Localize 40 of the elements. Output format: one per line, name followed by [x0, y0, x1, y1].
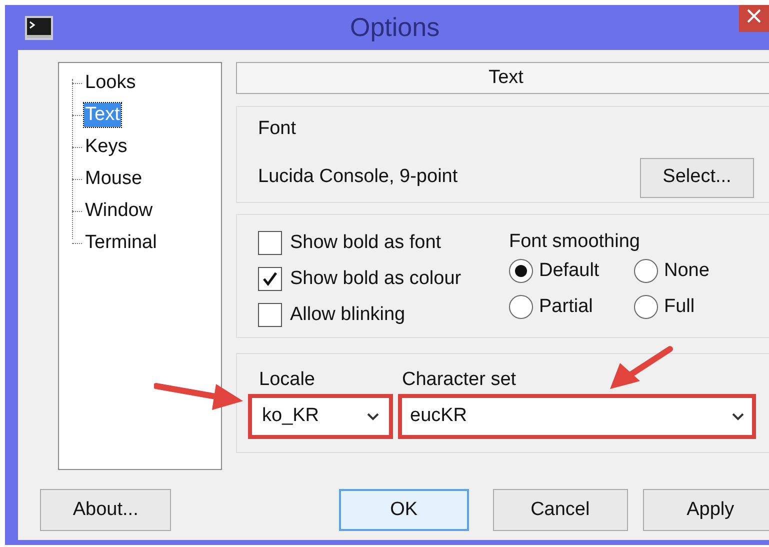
tree-item[interactable]: Looks	[84, 71, 137, 95]
chevron-icon	[732, 412, 744, 420]
terminal-icon	[25, 16, 53, 40]
dialog-button[interactable]: Cancel	[492, 489, 628, 531]
group-label: Font	[258, 117, 296, 141]
close-button[interactable]	[739, 5, 769, 32]
character-set-dropdown[interactable]: eucKR	[402, 398, 752, 435]
dialog-button[interactable]: OK	[339, 489, 469, 531]
radio-label: Default	[539, 258, 600, 283]
panel-title: Text	[236, 62, 769, 94]
radio-label: None	[664, 258, 710, 283]
check-icon	[262, 271, 278, 287]
tree-item[interactable]: Terminal	[84, 231, 158, 255]
tree-item[interactable]: Keys	[84, 135, 128, 159]
annotation-arrow	[608, 345, 674, 391]
checkbox[interactable]	[258, 231, 282, 255]
group-label: Font smoothing	[509, 231, 640, 253]
checkbox[interactable]	[258, 303, 282, 327]
locale-dropdown[interactable]: ko_KR	[252, 398, 389, 435]
checkbox-label: Show bold as font	[290, 230, 442, 255]
checkbox[interactable]	[258, 267, 282, 291]
radio-button[interactable]	[509, 295, 533, 319]
radio-label: Full	[664, 294, 695, 319]
radio-button[interactable]	[634, 259, 658, 283]
chevron-icon	[367, 412, 379, 420]
checkbox-label: Show bold as colour	[290, 266, 462, 291]
font-value: Lucida Console, 9-point	[258, 165, 458, 190]
radio-button[interactable]	[634, 295, 658, 319]
window-title: Options	[350, 11, 440, 44]
dialog-button[interactable]: About...	[40, 489, 172, 531]
select-button[interactable]: Select...	[640, 158, 754, 198]
radio-label: Partial	[539, 294, 593, 319]
field-label: Character set	[402, 369, 516, 391]
field-label: Locale	[259, 369, 315, 391]
checkbox-label: Allow blinking	[290, 302, 406, 327]
close-icon	[747, 9, 761, 23]
tree-item[interactable]: Window	[84, 199, 154, 223]
dialog-button[interactable]: Apply	[642, 489, 769, 531]
radio-button[interactable]	[509, 259, 533, 283]
tree-item[interactable]: Mouse	[84, 167, 144, 191]
